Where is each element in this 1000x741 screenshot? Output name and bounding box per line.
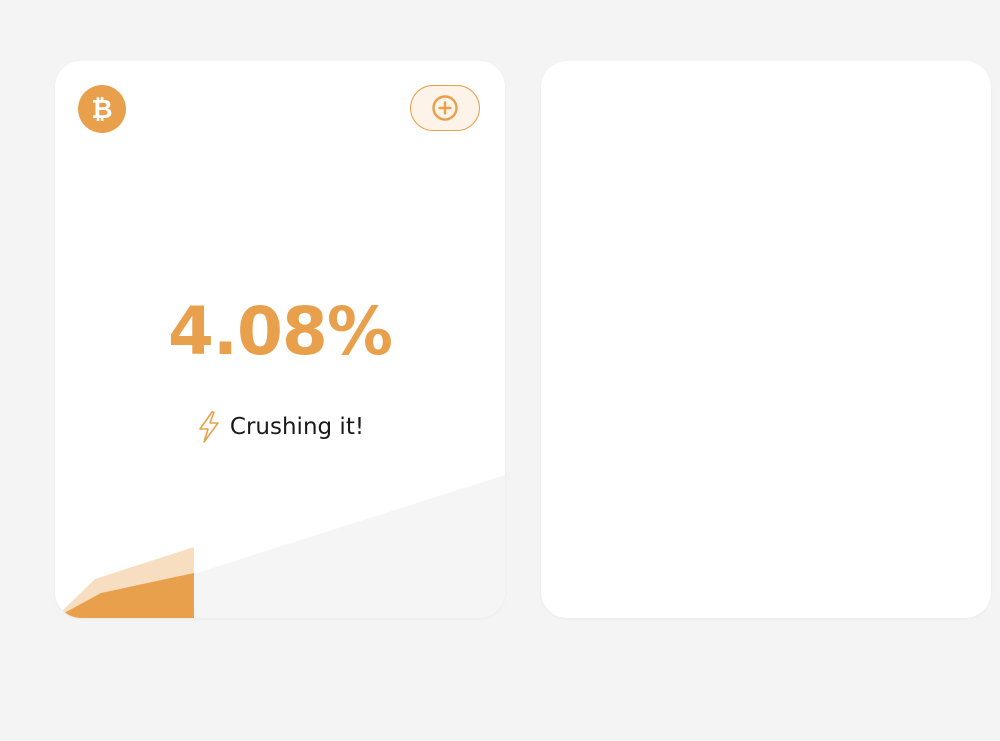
empty-card [541,61,991,618]
status-row: Crushing it! [55,411,505,443]
percent-value: 4.08% [168,293,393,370]
progress-fill-light [55,547,194,618]
status-text: Crushing it! [229,414,365,440]
svg-text:₿: ₿ [91,95,112,125]
lightning-bolt-icon [196,411,222,443]
plus-circle-icon [432,95,458,121]
stat-card: ₿ 4.08% Crushing it! [55,61,505,618]
progress-track [55,475,505,618]
progress-fill [55,573,194,618]
bitcoin-icon: ₿ [78,85,126,133]
add-button[interactable] [410,85,480,131]
